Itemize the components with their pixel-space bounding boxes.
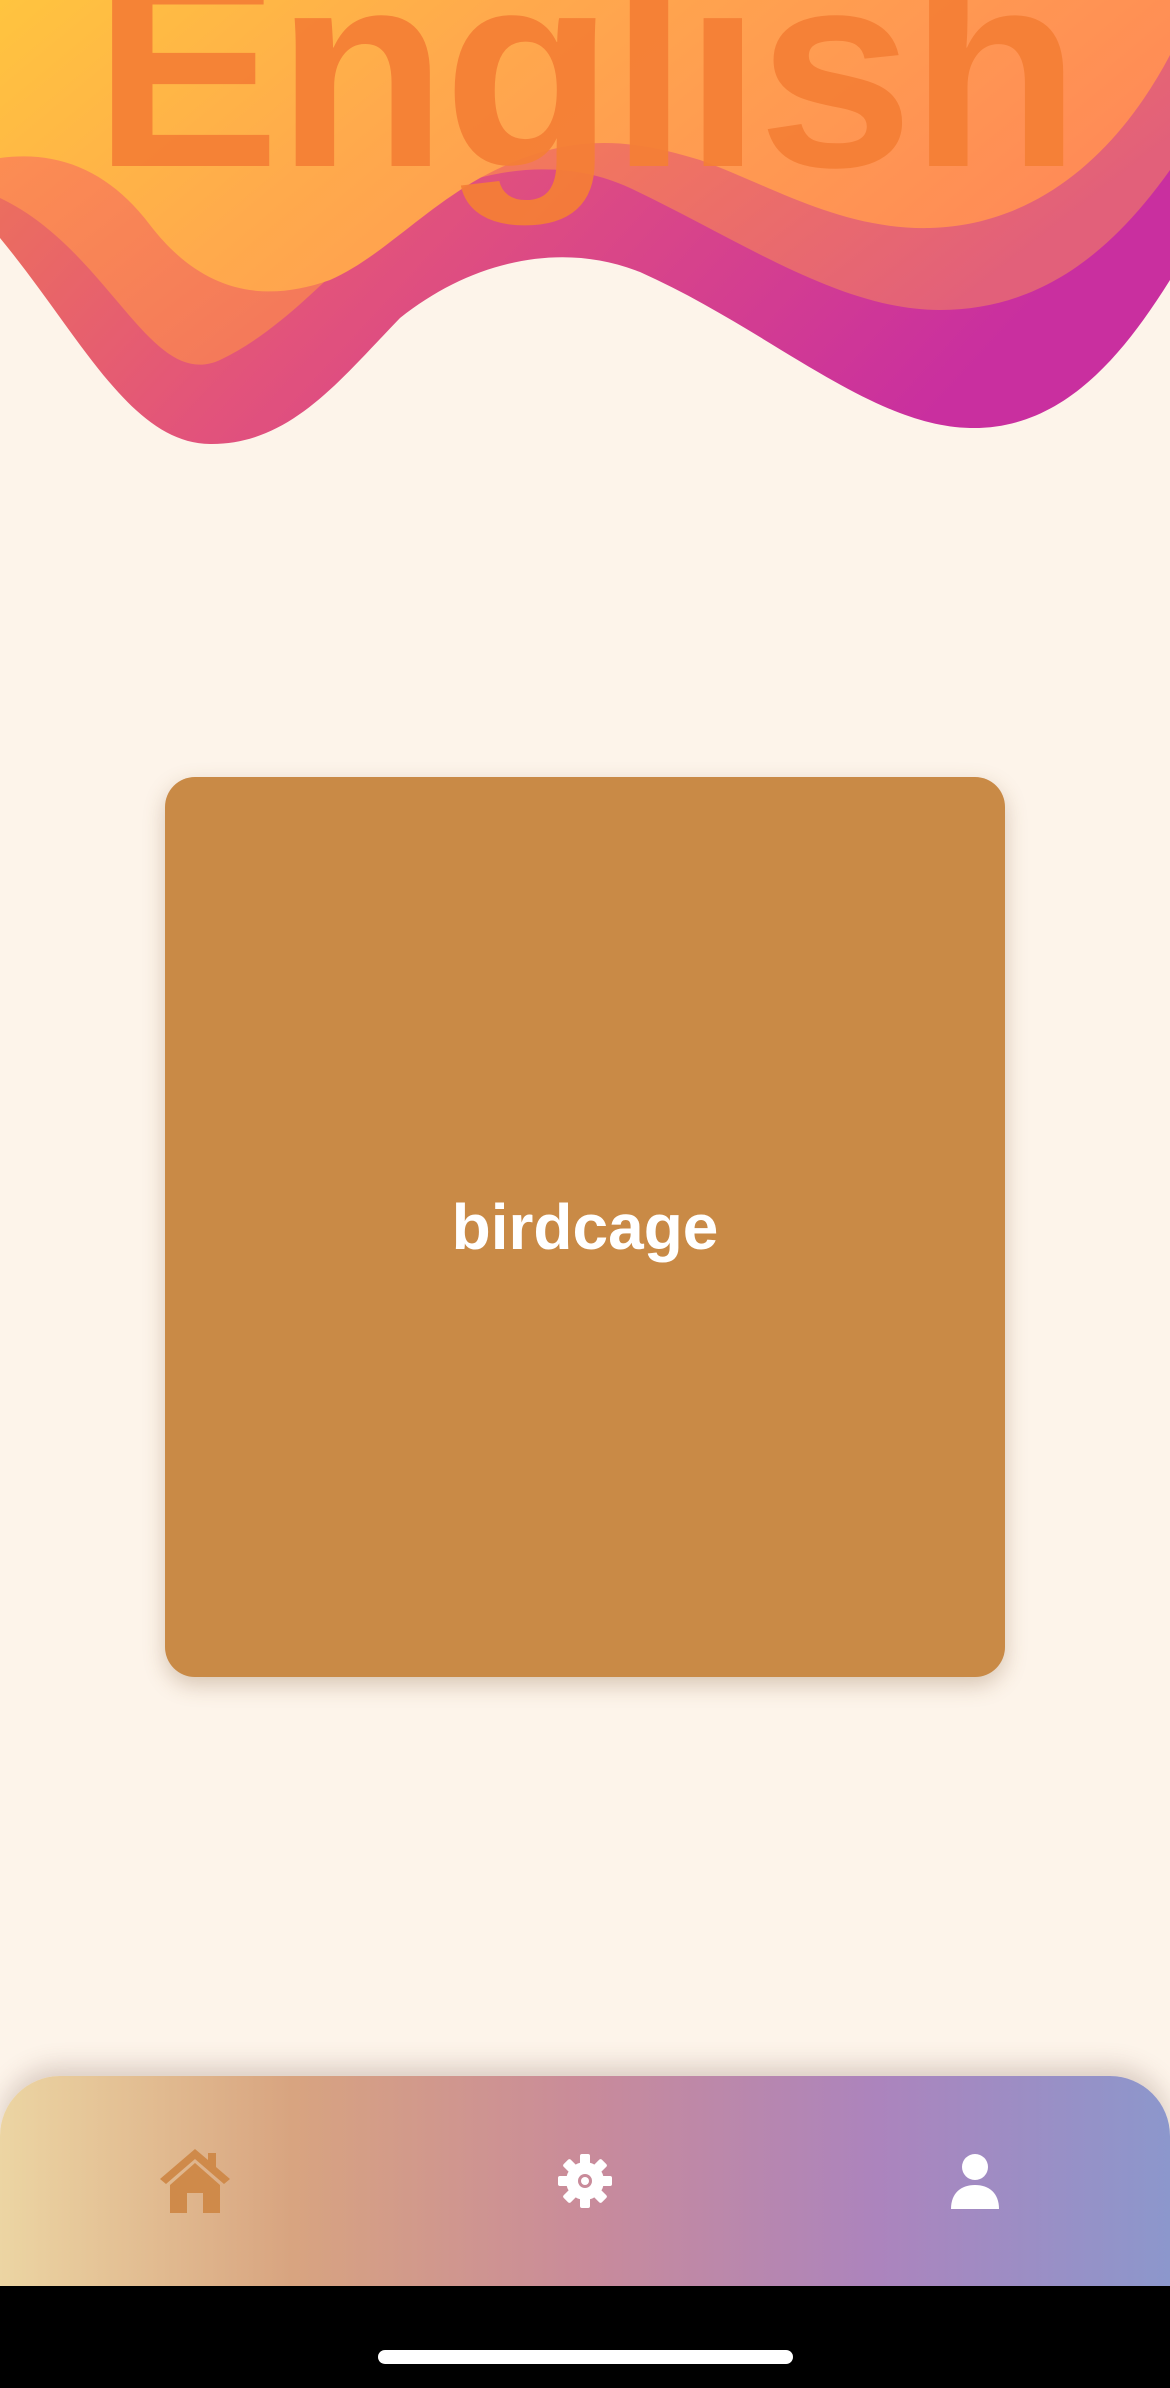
flashcard[interactable]: birdcage xyxy=(165,777,1005,1677)
flashcard-word: birdcage xyxy=(451,1191,719,1263)
home-icon xyxy=(158,2147,232,2215)
home-indicator[interactable] xyxy=(378,2350,793,2364)
person-icon xyxy=(949,2153,1001,2209)
app-screen: English birdcage xyxy=(0,0,1170,2388)
gear-icon xyxy=(556,2152,614,2210)
tab-settings[interactable] xyxy=(390,2076,780,2286)
tab-profile[interactable] xyxy=(780,2076,1170,2286)
tab-bar xyxy=(0,2076,1170,2286)
page-title: English xyxy=(93,0,1080,226)
system-bottom-bar xyxy=(0,2286,1170,2388)
tab-home[interactable] xyxy=(0,2076,390,2286)
